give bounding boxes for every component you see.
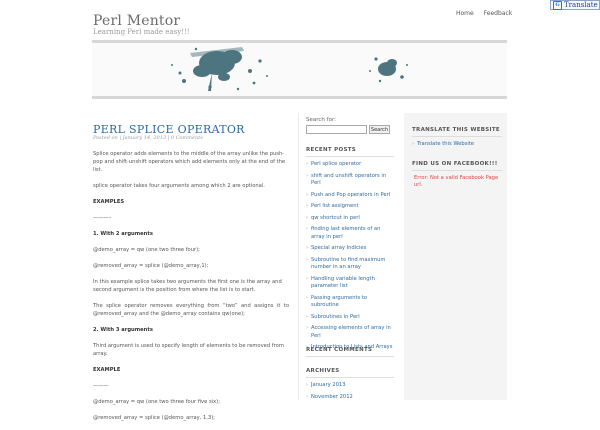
recent-post-link[interactable]: Push and Pop operators in Perl (306, 192, 394, 200)
archives-list: January 2013 November 2012 (306, 382, 394, 401)
post-code-line: @removed_array = splice (@demo_array, 1,… (93, 415, 216, 421)
site-tagline: Learning Perl made easy!!! (93, 28, 190, 36)
recent-post-link[interactable]: finding last elements of an array in per… (306, 226, 394, 241)
archives-title: ARCHIVES (306, 368, 340, 374)
post-heading: 2. With 3 arguments (93, 327, 153, 333)
recent-posts-widget: RECENT POSTS Perl splice operator shift … (306, 147, 394, 356)
post-paragraph: splice operator takes four arguments amo… (93, 183, 265, 189)
nav-feedback-link[interactable]: Feedback (484, 10, 513, 17)
recent-posts-title: RECENT POSTS (306, 147, 357, 153)
post-heading: EXAMPLES (93, 199, 125, 205)
recent-post-link[interactable]: Special array Indicies (306, 245, 394, 253)
translate-icon: G (553, 0, 562, 10)
site-title[interactable]: Perl Mentor (93, 13, 180, 29)
recent-post-link[interactable]: Handling variable length parameter list (306, 276, 394, 291)
facebook-widget-title: FIND US ON FACEBOOK!!! (412, 161, 498, 167)
post-paragraph: The splice operator removes everything f… (93, 303, 289, 317)
recent-post-link[interactable]: Subroutines in Perl (306, 314, 394, 322)
recent-comments-title: RECENT COMMENTS (306, 347, 373, 353)
widget-divider (306, 156, 394, 157)
search-input[interactable] (306, 125, 367, 134)
nav-home-link[interactable]: Home (456, 10, 474, 17)
recent-post-link[interactable]: shift and unshift operators in Perl (306, 173, 394, 188)
post-paragraph: In this example splice takes two argumen… (93, 279, 282, 293)
post-heading: EXAMPLE (93, 367, 121, 373)
translate-website-link[interactable]: Translate this Website (412, 141, 502, 149)
header-banner-image (92, 43, 507, 96)
translate-button-label: Translate (564, 1, 598, 9)
translate-widget: TRANSLATE THIS WEBSITE Translate this We… (412, 127, 502, 153)
facebook-widget: FIND US ON FACEBOOK!!! Error: Not a vali… (412, 161, 502, 189)
top-navigation: Home Feedback (456, 10, 520, 17)
archives-widget: ARCHIVES January 2013 November 2012 (306, 368, 394, 405)
recent-post-link[interactable]: Subroutine to find maximum number in an … (306, 257, 394, 272)
post-separator: ——— (93, 383, 109, 389)
post-heading: 1. With 2 arguments (93, 231, 153, 237)
recent-post-link[interactable]: Passing arguments to subroutine (306, 295, 394, 310)
column-divider (298, 113, 299, 400)
facebook-error-text: Error: Not a valid Facebook Page url. (414, 175, 499, 188)
header-divider-bottom (92, 96, 507, 99)
translate-widget-title: TRANSLATE THIS WEBSITE (412, 127, 500, 133)
recent-post-link[interactable]: Perl list assigment (306, 203, 394, 211)
translate-widget-list: Translate this Website (412, 141, 502, 149)
search-label: Search for: (306, 117, 336, 123)
post-code-line: @removed_array = splice (@demo_array,1); (93, 263, 209, 269)
widget-divider (306, 377, 394, 378)
right-sidebar: TRANSLATE THIS WEBSITE Translate this We… (404, 113, 507, 400)
post-meta: Posted on | January 14, 2013 | 0 Comment… (93, 135, 203, 141)
search-button[interactable]: Search (369, 125, 390, 134)
post-paragraph: Splice operator adds elements to the mid… (93, 151, 286, 173)
archive-link[interactable]: January 2013 (306, 382, 394, 390)
post-code-line: @demo_array = qw (one two three four); (93, 247, 200, 253)
recent-post-link[interactable]: qw shortcut in perl (306, 215, 394, 223)
recent-posts-list: Perl splice operator shift and unshift o… (306, 161, 394, 352)
widget-divider (306, 356, 394, 357)
post-paragraph: Third argument is used to specify length… (93, 343, 284, 357)
widget-divider (412, 136, 502, 137)
post-code-line: @demo_array = qw (one two three four fiv… (93, 399, 220, 405)
post-body: Splice operator adds elements to the mid… (93, 150, 289, 430)
widget-divider (412, 170, 502, 171)
translate-button[interactable]: G Translate (550, 0, 600, 10)
recent-comments-widget: RECENT COMMENTS (306, 347, 394, 357)
recent-post-link[interactable]: Perl splice operator (306, 161, 394, 169)
recent-post-link[interactable]: Accessing elements of array in Perl (306, 325, 394, 340)
post-separator: ———– (93, 215, 112, 221)
